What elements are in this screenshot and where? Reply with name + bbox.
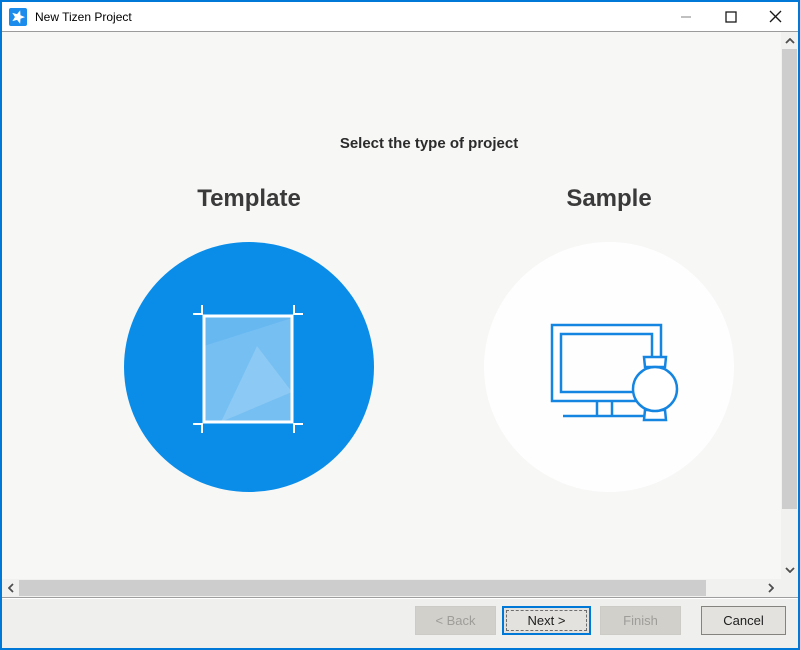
- minimize-icon: [680, 11, 692, 23]
- back-button: < Back: [415, 606, 496, 635]
- sample-option-button[interactable]: [484, 242, 734, 492]
- maximize-icon: [725, 11, 737, 23]
- vertical-scrollbar-thumb[interactable]: [782, 49, 797, 509]
- finish-button: Finish: [600, 606, 681, 635]
- template-option-label[interactable]: Template: [197, 185, 301, 213]
- close-button[interactable]: [753, 2, 798, 31]
- horizontal-scrollbar[interactable]: [2, 579, 781, 597]
- new-tizen-project-dialog: New Tizen Project Select the type of pro…: [0, 0, 800, 650]
- vertical-scrollbar[interactable]: [781, 32, 798, 579]
- title-bar: New Tizen Project: [2, 2, 798, 32]
- scroll-up-icon[interactable]: [781, 34, 798, 48]
- scroll-down-icon[interactable]: [781, 563, 798, 577]
- sample-option-label[interactable]: Sample: [566, 185, 651, 213]
- template-document-icon: [193, 305, 303, 433]
- cancel-button[interactable]: Cancel: [701, 606, 786, 635]
- scroll-left-icon[interactable]: [4, 579, 18, 597]
- close-icon: [769, 10, 782, 23]
- wizard-content: Select the type of project Template Samp…: [2, 32, 781, 579]
- scroll-right-icon[interactable]: [764, 579, 778, 597]
- scrollbar-corner: [781, 579, 798, 597]
- page-title: Select the type of project: [340, 135, 518, 152]
- minimize-button: [663, 2, 708, 31]
- maximize-button[interactable]: [708, 2, 753, 31]
- template-option-button[interactable]: [124, 242, 374, 492]
- window-title: New Tizen Project: [35, 10, 663, 24]
- next-button[interactable]: Next >: [502, 606, 591, 635]
- tizen-logo-icon: [9, 8, 27, 26]
- wizard-button-bar: < Back Next > Finish Cancel: [2, 597, 798, 648]
- wizard-page: Select the type of project Template Samp…: [2, 32, 798, 597]
- horizontal-scrollbar-thumb[interactable]: [19, 580, 706, 596]
